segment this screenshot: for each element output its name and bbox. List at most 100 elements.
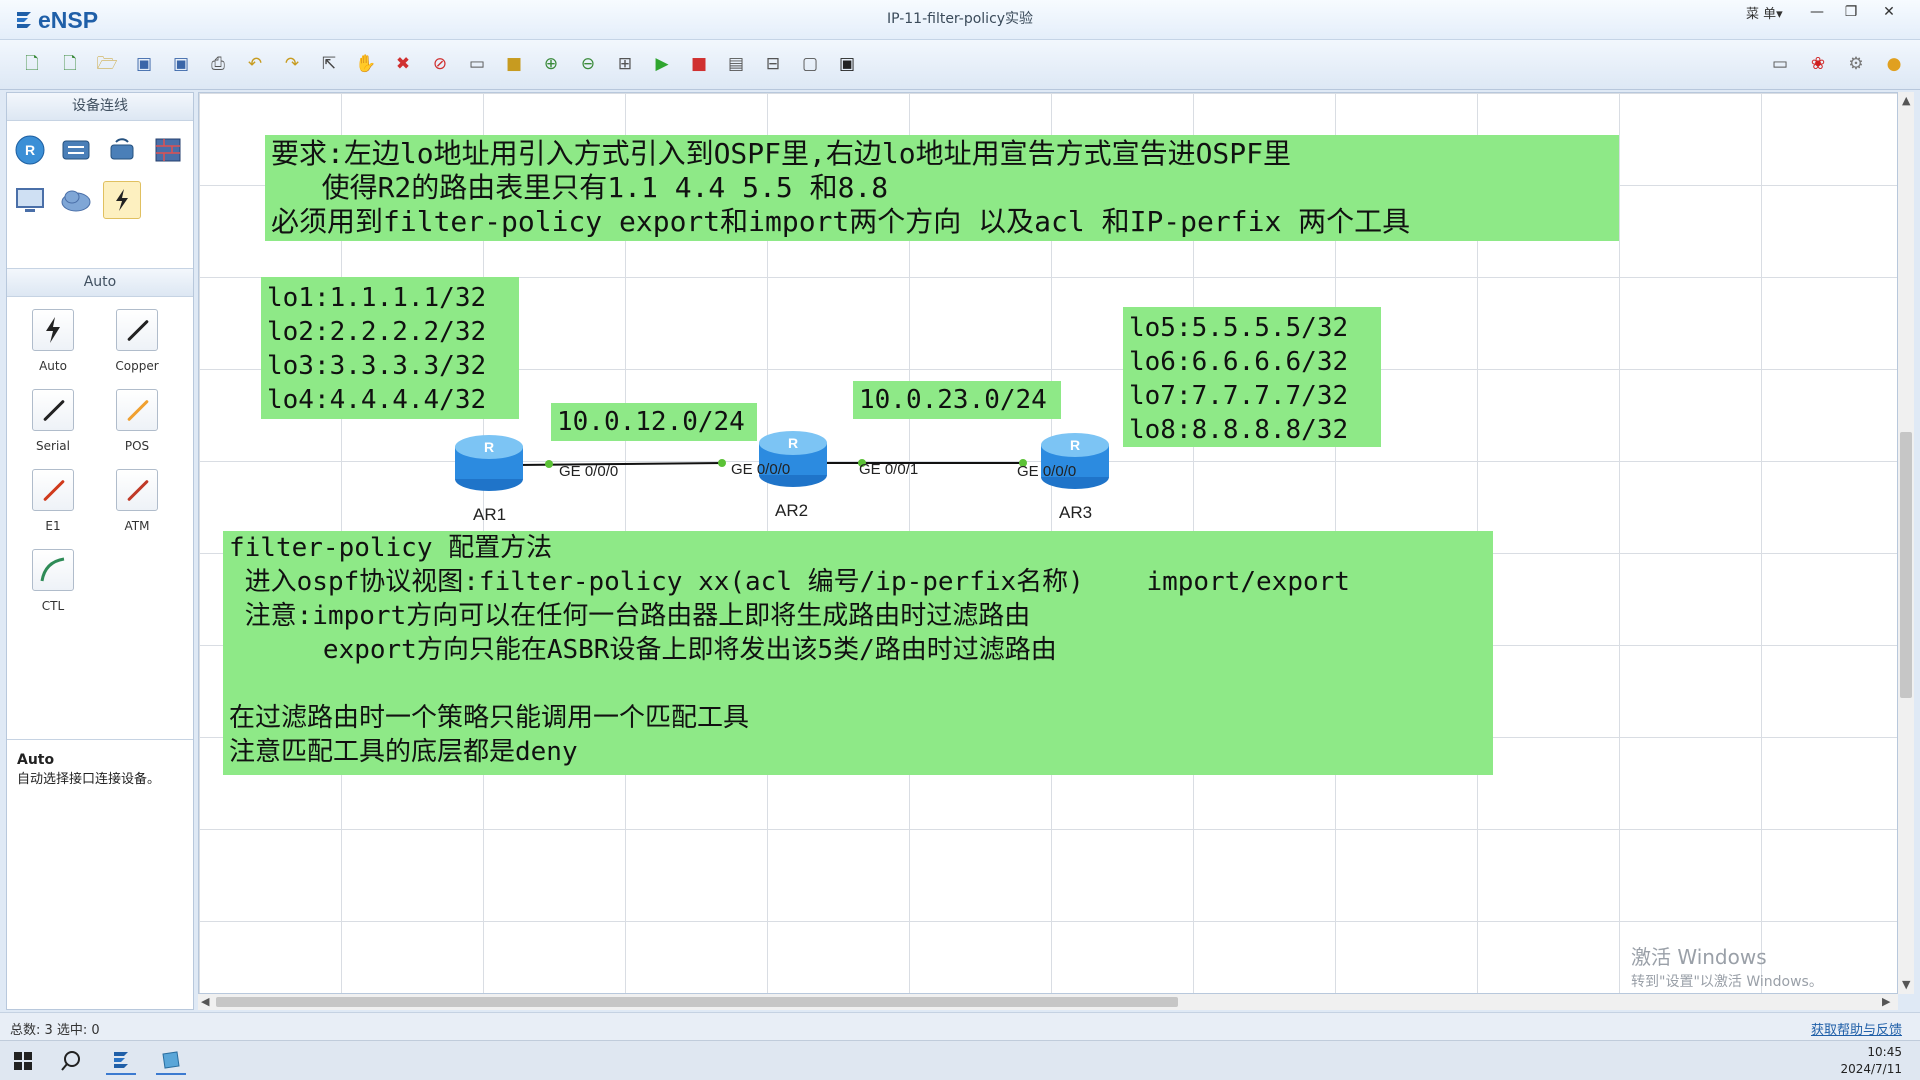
port-label-ar3-ge000: GE 0/0/0: [1017, 463, 1077, 480]
windows-start-icon[interactable]: [8, 1047, 38, 1075]
router-ar1-icon[interactable]: R: [453, 429, 525, 493]
vertical-scrollbar[interactable]: ▲ ▼: [1898, 92, 1914, 994]
print-icon[interactable]: ⎙: [206, 52, 230, 76]
title-bar: eNSP IP-11-filter-policy实验 菜 单▾ — ❐ ✕: [0, 0, 1920, 40]
pos-cable-icon: [116, 389, 158, 431]
minimize-button[interactable]: —: [1802, 2, 1832, 24]
cable-grid: Auto Copper Serial POS E1 ATM CTL: [7, 297, 193, 763]
scroll-up-icon[interactable]: ▲: [1902, 94, 1910, 107]
topology-links: [516, 459, 1027, 468]
svg-text:R: R: [1070, 437, 1080, 453]
taskbar-clock[interactable]: 10:45 2024/7/11: [1840, 1044, 1902, 1078]
router-label-ar1: AR1: [473, 505, 507, 524]
cable-label: Copper: [115, 359, 159, 373]
undo-icon[interactable]: ↶: [243, 52, 267, 76]
open-icon[interactable]: 🗁: [95, 52, 119, 76]
zoom-out-icon[interactable]: ⊖: [576, 52, 600, 76]
scroll-left-icon[interactable]: ◀: [201, 995, 209, 1008]
topology-canvas[interactable]: 要求:左边lo地址用引入方式引入到OSPF里,右边lo地址用宣告方式宣告进OSP…: [198, 92, 1898, 994]
cloud-category-icon[interactable]: [57, 181, 95, 219]
text-icon[interactable]: ▭: [465, 52, 489, 76]
redo-icon[interactable]: ↷: [280, 52, 304, 76]
port-label-ar1-ge000: GE 0/0/0: [559, 463, 619, 480]
help-feedback-link[interactable]: 获取帮助与反馈: [1811, 1019, 1902, 1038]
windows-taskbar: 10:45 2024/7/11: [0, 1040, 1920, 1080]
cable-copper[interactable]: Copper: [97, 309, 177, 381]
connection-category-icon[interactable]: [103, 181, 141, 219]
switch-category-icon[interactable]: [57, 131, 95, 169]
zoom-in-icon[interactable]: ⊕: [539, 52, 563, 76]
router-ar2-icon[interactable]: R: [757, 425, 829, 489]
cable-ctl[interactable]: CTL: [13, 549, 93, 621]
huawei-icon[interactable]: ❀: [1806, 52, 1830, 76]
port-label-ar2-ge000: GE 0/0/0: [731, 461, 791, 478]
firewall-category-icon[interactable]: [149, 131, 187, 169]
select-icon[interactable]: ⇱: [317, 52, 341, 76]
ctl-cable-icon: [32, 549, 74, 591]
grid-icon[interactable]: ▢: [798, 52, 822, 76]
settings-icon[interactable]: ⚙: [1844, 52, 1868, 76]
capture-icon[interactable]: ▤: [724, 52, 748, 76]
vertical-scroll-thumb[interactable]: [1900, 432, 1912, 698]
start-icon[interactable]: ▶: [650, 52, 674, 76]
window-title: IP-11-filter-policy实验: [886, 11, 1034, 27]
clock-date: 2024/7/11: [1840, 1062, 1902, 1076]
description-title: Auto: [17, 752, 55, 768]
pc-category-icon[interactable]: [11, 181, 49, 219]
rectangle-icon[interactable]: ■: [502, 52, 526, 76]
status-bar: 总数: 3 选中: 0 获取帮助与反馈: [0, 1012, 1920, 1040]
horizontal-scroll-thumb[interactable]: [216, 997, 1178, 1007]
device-panel-header: 设备连线: [7, 93, 193, 121]
app-taskbar-icon[interactable]: [156, 1047, 186, 1075]
cable-serial[interactable]: Serial: [13, 389, 93, 461]
router-category-icon[interactable]: R: [11, 131, 49, 169]
cable-atm[interactable]: ATM: [97, 469, 177, 541]
cable-label: CTL: [41, 599, 65, 613]
cable-label: Serial: [36, 439, 70, 453]
cable-description: Auto 自动选择接口连接设备。: [7, 739, 193, 1009]
svg-text:R: R: [25, 142, 35, 158]
stop-icon[interactable]: ■: [687, 52, 711, 76]
save-icon[interactable]: ▣: [132, 52, 156, 76]
scroll-down-icon[interactable]: ▼: [1902, 978, 1910, 991]
save-as-icon[interactable]: ▣: [169, 52, 193, 76]
clock-time: 10:45: [1867, 1045, 1902, 1059]
screenshot-icon[interactable]: ▣: [835, 52, 859, 76]
cable-label: POS: [124, 439, 150, 453]
auto-cable-icon: [32, 309, 74, 351]
copper-cable-icon: [116, 309, 158, 351]
router-label-ar2: AR2: [775, 501, 809, 520]
search-icon[interactable]: [56, 1047, 86, 1075]
delete-link-icon[interactable]: ⊘: [428, 52, 452, 76]
close-button[interactable]: ✕: [1874, 2, 1904, 24]
horizontal-scrollbar[interactable]: ◀ ▶: [198, 994, 1898, 1010]
new-icon[interactable]: 🗋: [58, 52, 82, 76]
scroll-right-icon[interactable]: ▶: [1882, 995, 1890, 1008]
delete-icon[interactable]: ✖: [391, 52, 415, 76]
ensp-window: eNSP IP-11-filter-policy实验 菜 单▾ — ❐ ✕ 🗋 …: [0, 0, 1920, 1080]
port-label-ar2-ge001: GE 0/0/1: [859, 461, 919, 478]
new-topo-icon[interactable]: 🗋: [20, 52, 44, 76]
cable-auto[interactable]: Auto: [13, 309, 93, 381]
e1-cable-icon: [32, 469, 74, 511]
activation-watermark-text: 转到"设置"以激活 Windows。: [1631, 974, 1823, 990]
router-label-ar3: AR3: [1059, 503, 1093, 522]
topo-icon[interactable]: ⊟: [761, 52, 785, 76]
router-ar3-icon[interactable]: R: [1039, 427, 1111, 491]
restore-button[interactable]: ❐: [1836, 2, 1866, 24]
cable-panel-header: Auto: [7, 269, 193, 297]
cable-e1[interactable]: E1: [13, 469, 93, 541]
ensp-taskbar-icon[interactable]: [106, 1047, 136, 1075]
wireless-category-icon[interactable]: [103, 131, 141, 169]
help-icon[interactable]: ●: [1882, 52, 1906, 76]
cable-label: E1: [45, 519, 61, 533]
description-text: 自动选择接口连接设备。: [17, 772, 161, 787]
pan-icon[interactable]: ✋: [354, 52, 378, 76]
chat-icon[interactable]: ▭: [1768, 52, 1792, 76]
device-panel: 设备连线 R Auto Auto Copper Serial POS E1 AT…: [6, 92, 194, 1010]
cable-pos[interactable]: POS: [97, 389, 177, 461]
activation-watermark-title: 激活 Windows: [1631, 945, 1767, 969]
serial-cable-icon: [32, 389, 74, 431]
menu-button[interactable]: 菜 单▾: [1740, 3, 1789, 22]
fit-icon[interactable]: ⊞: [613, 52, 637, 76]
